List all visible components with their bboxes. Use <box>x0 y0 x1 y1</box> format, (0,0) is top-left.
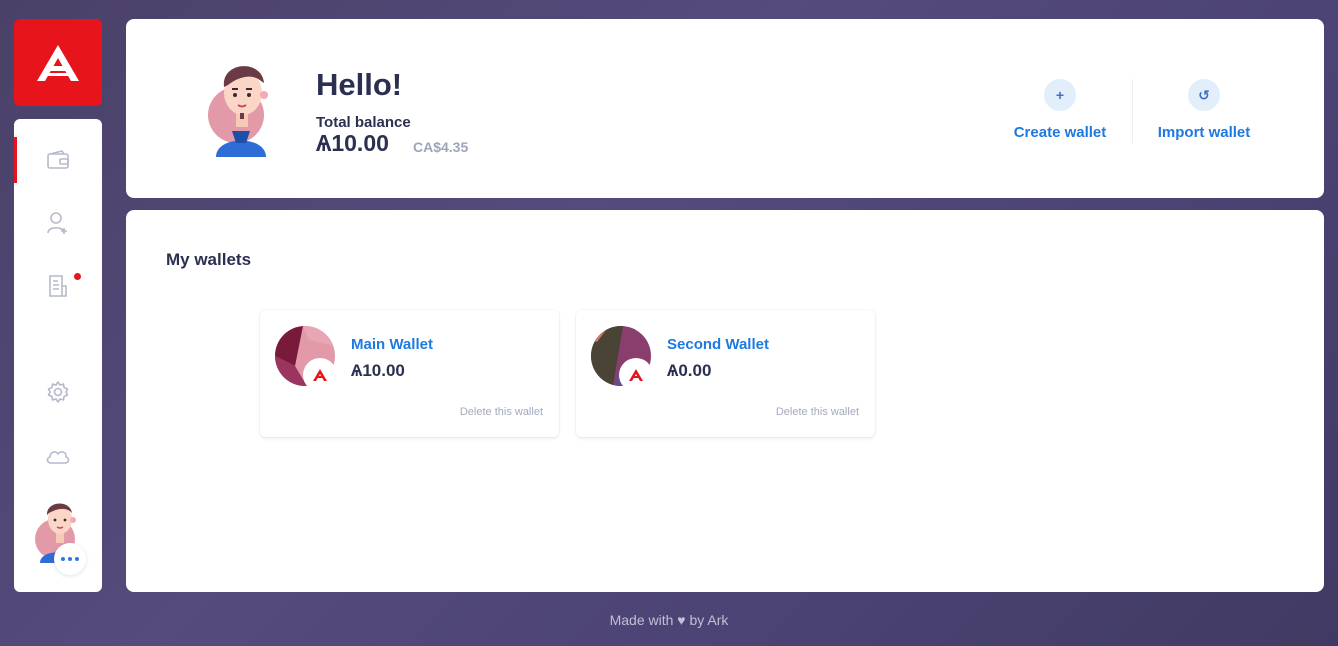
sidebar-item-announcements[interactable] <box>14 261 102 311</box>
more-options-button[interactable] <box>54 543 86 575</box>
sidebar-item-network[interactable] <box>14 431 102 481</box>
total-balance-ark: Ѧ10.00 <box>316 130 389 156</box>
wallet-icon <box>47 150 69 169</box>
footer-credit: Made with ♥ by Ark <box>609 612 729 628</box>
settings-icon <box>47 381 69 403</box>
ark-logo[interactable] <box>14 19 102 106</box>
header-card: Hello! Total balance Ѧ10.00 CA$4.35 + Cr… <box>126 19 1324 198</box>
total-balance-label: Total balance <box>316 114 411 131</box>
wallet-balance: Ѧ10.00 <box>351 361 405 380</box>
create-wallet-label: Create wallet <box>1013 124 1107 141</box>
import-wallet-label: Import wallet <box>1157 124 1251 141</box>
wallet-balance: Ѧ0.00 <box>667 361 712 380</box>
delete-wallet-link[interactable]: Delete this wallet <box>460 406 543 418</box>
add-contact-icon <box>47 212 67 234</box>
wallet-name: Second Wallet <box>667 336 769 353</box>
create-wallet-button[interactable]: + Create wallet <box>990 79 1130 149</box>
wallet-card-second[interactable]: Second Wallet Ѧ0.00 Delete this wallet <box>576 310 875 437</box>
plus-icon: + <box>1044 79 1076 111</box>
import-icon: ↺ <box>1188 79 1220 111</box>
ark-badge-icon <box>619 358 653 392</box>
sidebar <box>14 119 102 592</box>
user-avatar <box>206 57 278 159</box>
sidebar-item-contacts[interactable] <box>14 198 102 248</box>
total-balance-fiat: CA$4.35 <box>413 139 469 155</box>
ark-logo-icon <box>37 44 79 81</box>
greeting-heading: Hello! <box>316 67 403 102</box>
import-wallet-button[interactable]: ↺ Import wallet <box>1134 79 1274 149</box>
my-wallets-heading: My wallets <box>166 250 252 269</box>
delete-wallet-link[interactable]: Delete this wallet <box>776 406 859 418</box>
sidebar-item-wallets[interactable] <box>14 135 102 185</box>
notification-dot <box>74 273 81 280</box>
ark-badge-icon <box>303 358 337 392</box>
wallets-card: My wallets Main Wallet Ѧ10.00 Delete thi… <box>126 210 1324 592</box>
sidebar-item-settings[interactable] <box>14 367 102 417</box>
wallet-name: Main Wallet <box>351 336 433 353</box>
network-cloud-icon <box>46 451 70 464</box>
user-avatar-illustration <box>208 66 268 157</box>
action-divider <box>1132 79 1133 143</box>
wallet-card-main[interactable]: Main Wallet Ѧ10.00 Delete this wallet <box>260 310 559 437</box>
announcements-icon <box>49 275 67 297</box>
